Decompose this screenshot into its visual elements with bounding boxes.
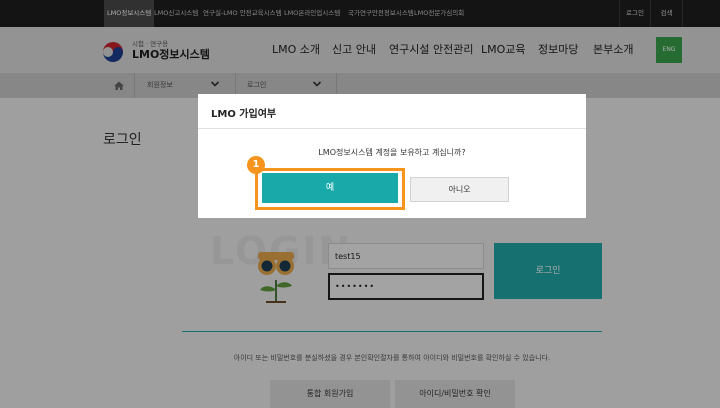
step-number-badge: 1 (247, 156, 265, 174)
yes-button[interactable]: 예 (262, 173, 398, 203)
dialog-title: LMO 가입여부 (211, 109, 277, 120)
no-button[interactable]: 아니오 (410, 177, 509, 202)
